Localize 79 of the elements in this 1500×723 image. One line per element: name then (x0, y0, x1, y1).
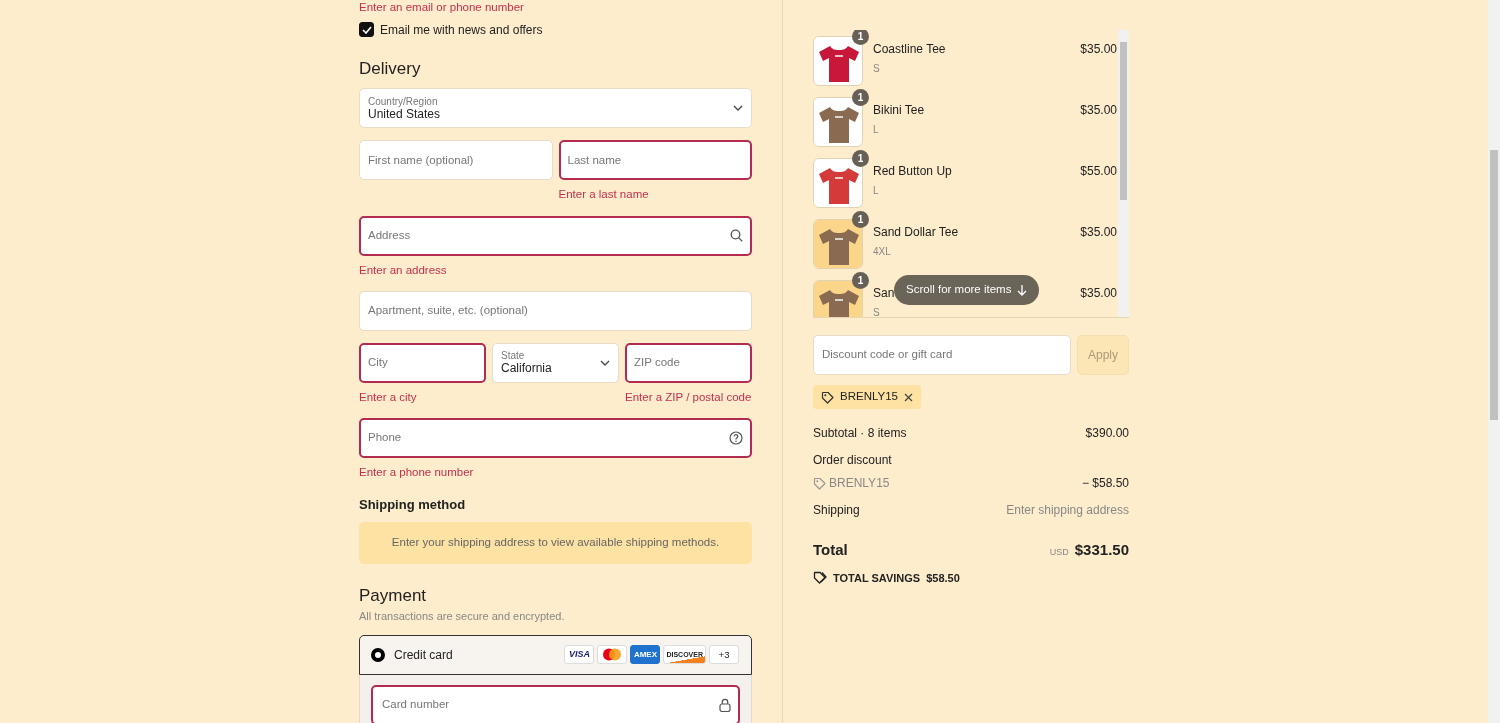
summary-label: Subtotal · 8 items (813, 425, 907, 442)
summary-value: − $58.50 (1081, 475, 1129, 492)
input-field[interactable]: ZIP code (625, 342, 752, 383)
field-value: United States (368, 106, 441, 121)
product-variant: S (873, 62, 881, 76)
product-name: Bikini Tee (873, 102, 925, 119)
quantity-badge: 1 (852, 272, 869, 289)
field-value: California (501, 361, 552, 376)
input-field[interactable]: City (359, 342, 486, 383)
quantity-badge: 1 (852, 150, 869, 167)
arrow-down-icon (1017, 284, 1028, 296)
product-price: $35.00 (1080, 102, 1117, 119)
summary-value: Enter shipping address (1006, 502, 1129, 519)
checkbox-label: Email me with news and offers (380, 21, 543, 39)
summary-label: Shipping (813, 502, 860, 519)
help-icon (729, 431, 743, 446)
chevron-down-icon (600, 359, 610, 366)
input-field[interactable]: Card number (371, 684, 740, 723)
product-variant: L (873, 123, 880, 137)
input-field[interactable]: Last name (558, 140, 752, 181)
scroll-hint[interactable]: Scroll for more items (894, 275, 1040, 305)
product-name: San (873, 285, 895, 302)
product-price: $35.00 (1080, 285, 1117, 302)
tag-icon (821, 390, 834, 404)
tags-icon (813, 570, 827, 585)
product-variant: 4XL (873, 245, 892, 259)
error-message: Enter a phone number (359, 465, 475, 481)
scrollbar[interactable] (1118, 30, 1129, 317)
quantity-badge: 1 (852, 30, 869, 45)
summary-label: Order discount (813, 452, 892, 469)
radio-button[interactable] (371, 647, 385, 662)
section-heading: Shipping method (359, 497, 467, 513)
product-price: $35.00 (1080, 224, 1117, 241)
tag-label: BRENLY15 (840, 389, 898, 405)
more-brands: +3 (709, 645, 739, 665)
select-field[interactable]: Country/Region United States (359, 88, 752, 129)
input-field[interactable]: First name (optional) (359, 140, 553, 181)
product-price: $35.00 (1080, 41, 1117, 58)
error-message: Enter a city (359, 389, 418, 405)
select-field[interactable]: State California (492, 342, 619, 383)
total-label: Total (813, 540, 848, 560)
currency-label: USD (1049, 546, 1069, 559)
quantity-badge: 1 (852, 211, 869, 228)
checkbox[interactable] (359, 22, 374, 38)
tag-icon (813, 476, 826, 490)
product-name: Sand Dollar Tee (873, 224, 959, 241)
summary-value: $390.00 (1085, 425, 1129, 442)
card-brand-logo (597, 645, 628, 665)
discount-code: BRENLY15 (829, 475, 890, 492)
search-icon (730, 229, 743, 243)
card-brand-logo: VISA (564, 645, 595, 665)
product-name: Red Button Up (873, 163, 952, 180)
product-variant: S (873, 306, 881, 317)
error-message: Enter an email or phone number (359, 0, 525, 15)
total-value: $331.50 (1074, 540, 1129, 560)
section-heading: Delivery (359, 58, 422, 80)
input-field[interactable]: Address (359, 215, 752, 256)
close-icon (903, 392, 913, 402)
field-label: State (501, 350, 526, 362)
error-message: Enter a ZIP / postal code (625, 389, 752, 405)
error-message: Enter an address (359, 262, 448, 278)
card-brand-logo: AMEX (630, 645, 661, 665)
lock-icon (719, 697, 731, 712)
product-variant: L (873, 184, 880, 198)
savings-label: TOTAL SAVINGS (833, 570, 921, 586)
field-label: Country/Region (368, 95, 439, 107)
section-subtitle: All transactions are secure and encrypted. (359, 609, 566, 625)
input-field[interactable]: Phone (359, 418, 752, 459)
quantity-badge: 1 (852, 89, 869, 106)
input-field[interactable]: Apartment, suite, etc. (optional) (359, 290, 752, 331)
info-banner: Enter your shipping address to view available shipping methods. (359, 521, 752, 564)
scrollbar[interactable] (1488, 0, 1500, 723)
error-message: Enter a last name (558, 187, 650, 203)
section-heading: Payment (359, 585, 428, 607)
savings-value: $58.50 (926, 570, 960, 586)
product-name: Coastline Tee (873, 41, 946, 58)
option-label: Credit card (394, 646, 453, 664)
chevron-down-icon (733, 105, 743, 112)
product-price: $55.00 (1080, 163, 1117, 180)
